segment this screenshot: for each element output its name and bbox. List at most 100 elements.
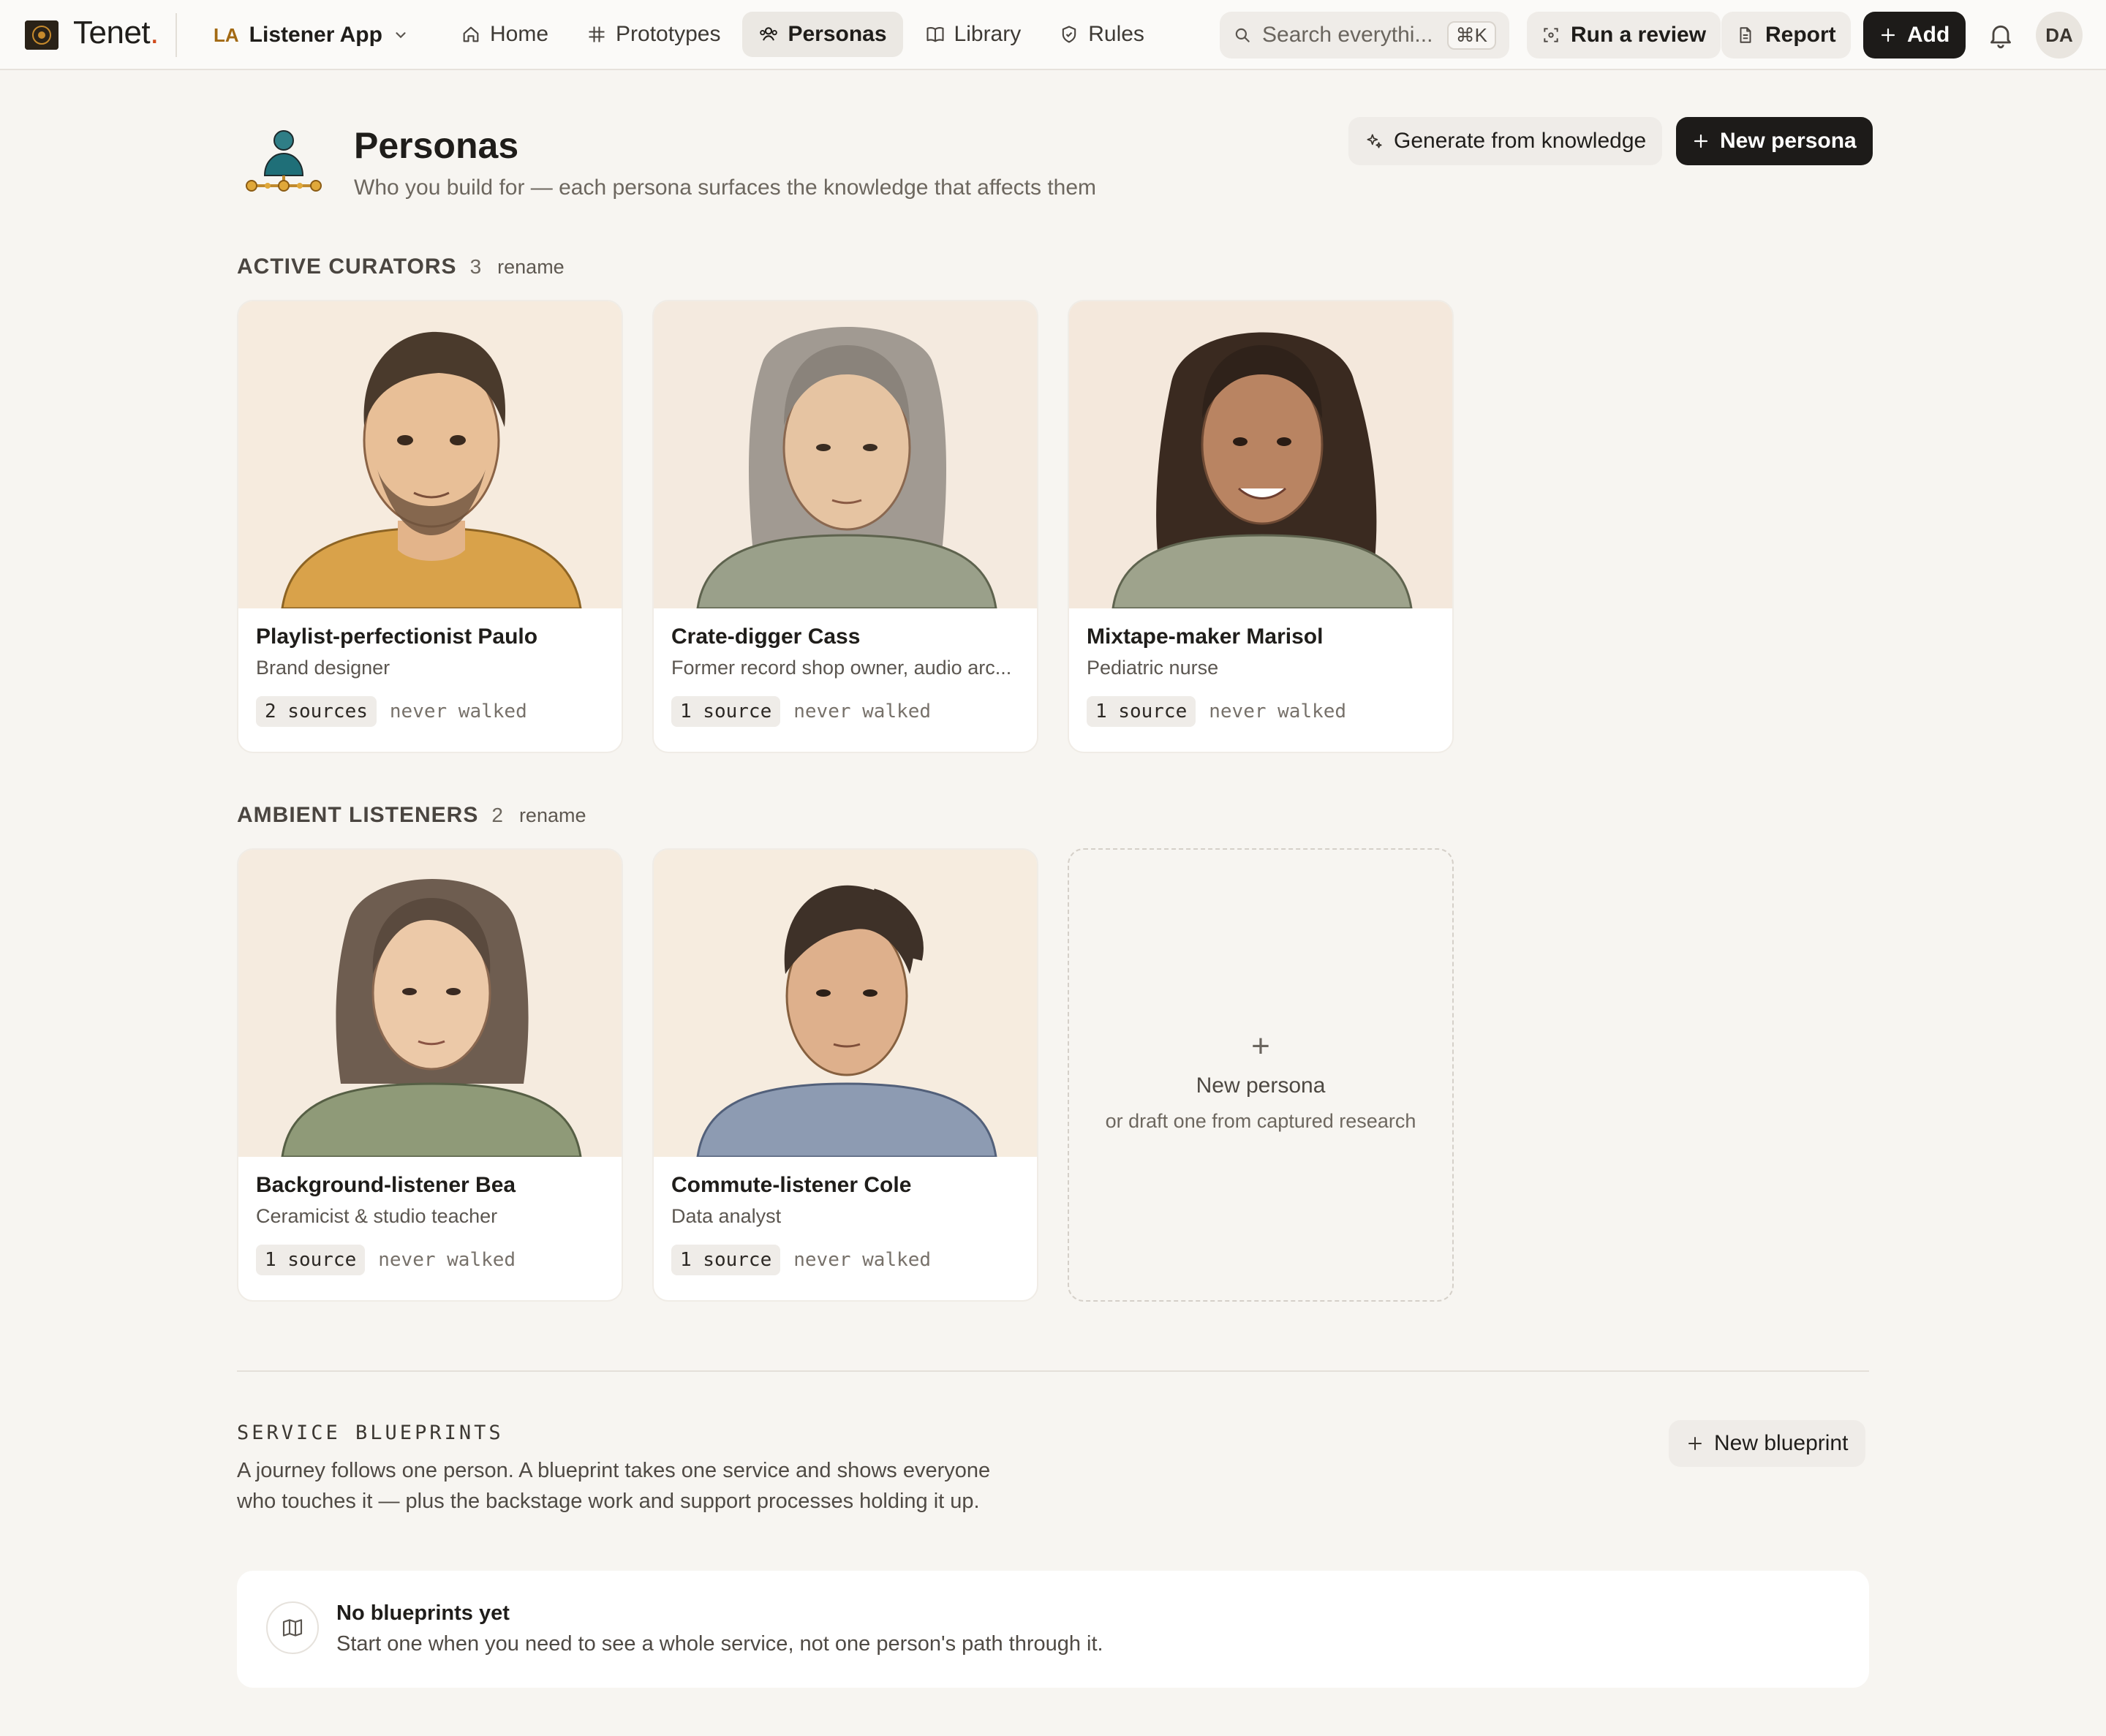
persona-portrait — [654, 301, 1037, 608]
walked-status: never walked — [1209, 701, 1347, 722]
bell-icon[interactable] — [1986, 20, 2015, 50]
search-shortcut-badge: ⌘K — [1446, 20, 1496, 50]
top-navigation-bar: Tenet. LA Listener App Home Prototypes P… — [0, 0, 2106, 70]
persona-card[interactable]: Commute-listener Cole Data analyst 1 sou… — [652, 848, 1038, 1302]
rename-link[interactable]: rename — [519, 804, 586, 827]
persona-portrait — [1069, 301, 1452, 608]
generate-from-knowledge-button[interactable]: Generate from knowledge — [1348, 117, 1663, 165]
rename-link[interactable]: rename — [497, 256, 565, 279]
blueprints-description: A journey follows one person. A blueprin… — [237, 1459, 991, 1513]
blueprints-title: SERVICE BLUEPRINTS — [237, 1422, 504, 1444]
run-review-label: Run a review — [1571, 23, 1707, 47]
nav-item-label: Personas — [788, 22, 887, 46]
new-persona-card-subtitle: or draft one from captured research — [1105, 1110, 1416, 1132]
persona-meta: 1 source never walked — [671, 696, 931, 727]
plus-icon: + — [1251, 1028, 1270, 1064]
new-persona-label: New persona — [1720, 129, 1857, 153]
walked-status: never walked — [389, 701, 527, 722]
primary-nav: Home Prototypes Personas Library Rules — [445, 12, 1160, 57]
new-persona-card[interactable]: + New persona or draft one from captured… — [1068, 848, 1454, 1302]
personas-icon — [760, 27, 778, 41]
persona-role: Data analyst — [671, 1205, 782, 1227]
persona-role: Brand designer — [256, 657, 390, 679]
persona-role: Pediatric nurse — [1087, 657, 1219, 679]
generate-label: Generate from knowledge — [1394, 129, 1647, 153]
persona-name: Background-listener Bea — [256, 1173, 516, 1197]
new-blueprint-label: New blueprint — [1714, 1431, 1849, 1455]
app-badge: LA — [214, 23, 239, 46]
section-divider — [237, 1370, 1869, 1372]
sparkle-icon — [1367, 134, 1382, 148]
section-header-active-curators: ACTIVE CURATORS 3 rename — [237, 254, 565, 279]
sources-badge: 1 source — [256, 1245, 366, 1275]
persona-portrait — [238, 301, 622, 608]
persona-name: Commute-listener Cole — [671, 1173, 912, 1197]
persona-name: Mixtape-maker Marisol — [1087, 624, 1324, 649]
plus-icon — [1881, 28, 1895, 42]
nav-item-rules[interactable]: Rules — [1043, 12, 1160, 57]
section-title: ACTIVE CURATORS — [237, 254, 457, 279]
nav-item-prototypes[interactable]: Prototypes — [570, 12, 736, 57]
nav-item-label: Library — [954, 22, 1022, 46]
persona-card[interactable]: Crate-digger Cass Former record shop own… — [652, 300, 1038, 753]
empty-state-text: Start one when you need to see a whole s… — [336, 1632, 1103, 1656]
app-name: Listener App — [249, 23, 382, 47]
persona-meta: 1 source never walked — [1087, 696, 1346, 727]
walked-status: never walked — [793, 701, 932, 722]
add-label: Add — [1907, 23, 1950, 47]
report-label: Report — [1765, 23, 1836, 47]
nav-item-personas[interactable]: Personas — [742, 12, 903, 57]
personas-illustration-icon — [246, 130, 322, 192]
search-input[interactable]: Search everythi... ⌘K — [1220, 12, 1509, 59]
nav-item-label: Home — [490, 22, 549, 46]
nav-item-library[interactable]: Library — [909, 12, 1038, 57]
search-icon — [1235, 28, 1250, 42]
persona-card[interactable]: Playlist-perfectionist Paulo Brand desig… — [237, 300, 623, 753]
new-persona-card-title: New persona — [1196, 1073, 1326, 1098]
portrait-illustration — [1069, 301, 1452, 608]
persona-meta: 1 source never walked — [256, 1245, 516, 1275]
sources-badge: 2 sources — [256, 696, 377, 727]
logo-icon[interactable] — [25, 20, 58, 50]
new-blueprint-button[interactable]: New blueprint — [1669, 1420, 1866, 1467]
scan-icon — [1544, 28, 1558, 42]
app-switcher[interactable]: LA Listener App — [214, 19, 409, 51]
nav-item-label: Prototypes — [616, 22, 721, 46]
user-avatar[interactable]: DA — [2036, 12, 2083, 59]
portrait-illustration — [238, 850, 622, 1157]
blueprints-empty-state: No blueprints yet Start one when you nee… — [237, 1571, 1869, 1688]
persona-card[interactable]: Mixtape-maker Marisol Pediatric nurse 1 … — [1068, 300, 1454, 753]
nav-item-home[interactable]: Home — [445, 12, 565, 57]
persona-portrait — [238, 850, 622, 1157]
brand-wordmark[interactable]: Tenet. — [73, 15, 159, 51]
report-button[interactable]: Report — [1721, 12, 1851, 59]
plus-icon — [1694, 134, 1708, 148]
run-review-button[interactable]: Run a review — [1527, 12, 1721, 59]
map-icon — [266, 1601, 319, 1654]
persona-name: Crate-digger Cass — [671, 624, 861, 649]
sources-badge: 1 source — [1087, 696, 1196, 727]
new-persona-button[interactable]: New persona — [1676, 117, 1873, 165]
portrait-illustration — [654, 850, 1037, 1157]
portrait-illustration — [654, 301, 1037, 608]
page-title: Personas — [354, 125, 519, 166]
persona-card[interactable]: Background-listener Bea Ceramicist & stu… — [237, 848, 623, 1302]
persona-meta: 1 source never walked — [671, 1245, 931, 1275]
nav-divider — [176, 13, 177, 57]
section-title: AMBIENT LISTENERS — [237, 803, 479, 827]
persona-portrait — [654, 850, 1037, 1157]
home-icon — [463, 26, 479, 42]
persona-role: Ceramicist & studio teacher — [256, 1205, 498, 1227]
section-count: 3 — [469, 255, 482, 278]
persona-role: Former record shop owner, audio arc... — [671, 657, 1012, 679]
plus-icon — [1688, 1437, 1702, 1450]
document-icon — [1740, 27, 1751, 43]
nav-item-label: Rules — [1088, 22, 1144, 46]
shield-icon — [1063, 26, 1076, 43]
add-button[interactable]: Add — [1863, 12, 1966, 59]
persona-meta: 2 sources never walked — [256, 696, 527, 727]
persona-name: Playlist-perfectionist Paulo — [256, 624, 538, 649]
sources-badge: 1 source — [671, 696, 781, 727]
portrait-illustration — [238, 301, 622, 608]
walked-status: never walked — [793, 1249, 932, 1271]
